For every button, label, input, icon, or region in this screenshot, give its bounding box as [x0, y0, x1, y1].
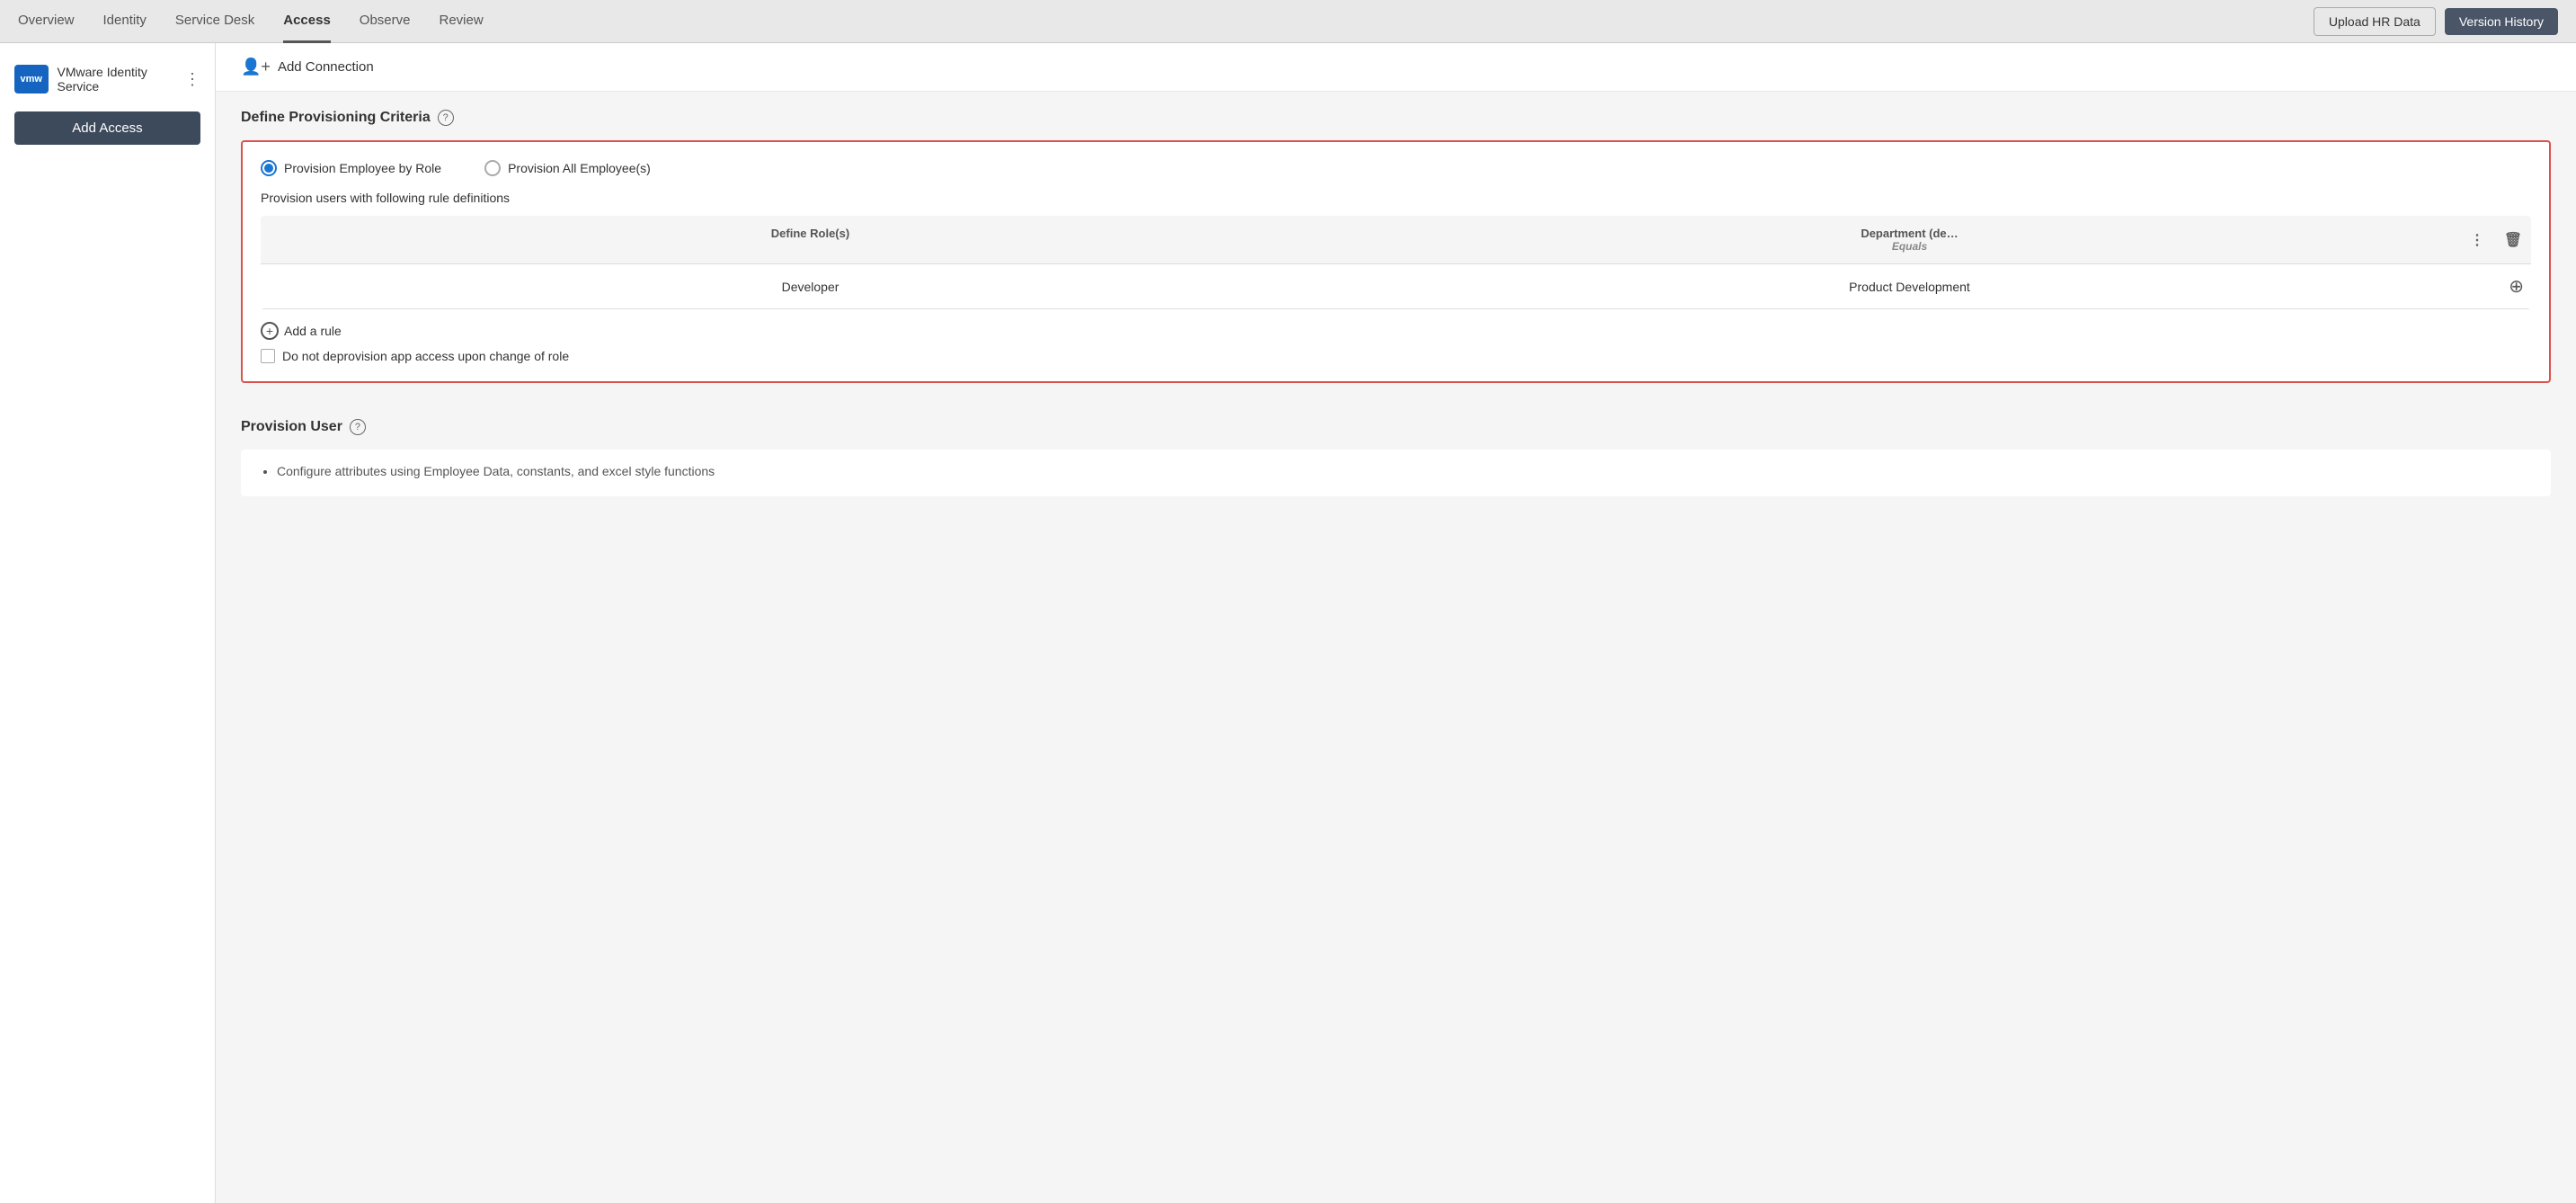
- radio-inner-by-role: [264, 164, 273, 173]
- nav-observe[interactable]: Observe: [360, 0, 411, 43]
- sidebar-more-icon[interactable]: ⋮: [184, 70, 200, 89]
- vmware-logo: vmw: [14, 65, 49, 94]
- radio-row: Provision Employee by Role Provision All…: [261, 160, 2531, 176]
- add-rule-row[interactable]: + Add a rule: [261, 322, 2531, 340]
- nav-overview[interactable]: Overview: [18, 0, 75, 43]
- col-header-more: ⋮: [2459, 216, 2495, 263]
- nav-identity[interactable]: Identity: [103, 0, 147, 43]
- main-content: 👤+ Add Connection Define Provisioning Cr…: [216, 43, 2576, 1203]
- add-person-icon: 👤+: [241, 58, 271, 76]
- checkbox-row: Do not deprovision app access upon chang…: [261, 349, 2531, 363]
- radio-circle-by-role: [261, 160, 277, 176]
- add-rule-label: Add a rule: [284, 324, 342, 338]
- col-header-delete: 🗑: [2495, 216, 2531, 263]
- rule-table-header: Define Role(s) Department (de… Equals ⋮ …: [261, 216, 2531, 264]
- criteria-section: Define Provisioning Criteria ? Provision…: [216, 92, 2576, 401]
- nav-links: Overview Identity Service Desk Access Ob…: [18, 0, 484, 43]
- nav-service-desk[interactable]: Service Desk: [175, 0, 254, 43]
- radio-circle-all: [484, 160, 501, 176]
- provision-description: Provision users with following rule defi…: [261, 191, 2531, 205]
- col-header-role: Define Role(s): [261, 216, 1360, 263]
- add-connection-label[interactable]: Add Connection: [278, 59, 374, 75]
- sidebar-brand: vmw VMware Identity Service ⋮: [0, 58, 215, 111]
- rule-table: Define Role(s) Department (de… Equals ⋮ …: [261, 216, 2531, 309]
- table-header-more-icon[interactable]: ⋮: [2470, 231, 2484, 249]
- top-navigation: Overview Identity Service Desk Access Ob…: [0, 0, 2576, 43]
- provision-user-header: Provision User ?: [241, 419, 2551, 435]
- provision-user-title: Provision User: [241, 419, 342, 435]
- table-cell-role: Developer: [261, 264, 1360, 308]
- add-access-button[interactable]: Add Access: [14, 111, 200, 145]
- nav-access[interactable]: Access: [283, 0, 331, 43]
- brand-name: VMware Identity Service: [58, 65, 185, 94]
- version-history-button[interactable]: Version History: [2445, 8, 2558, 35]
- table-cell-department: Product Development: [1360, 264, 2459, 308]
- nav-review[interactable]: Review: [440, 0, 484, 43]
- add-row-icon[interactable]: ⊕: [2509, 275, 2524, 298]
- provision-user-bullet: Configure attributes using Employee Data…: [277, 464, 2533, 478]
- table-cell-actions: ⊕: [2459, 264, 2531, 308]
- criteria-box: Provision Employee by Role Provision All…: [241, 140, 2551, 383]
- criteria-header: Define Provisioning Criteria ?: [241, 110, 2551, 126]
- table-row: Developer Product Development ⊕: [261, 264, 2531, 309]
- deprovision-checkbox[interactable]: [261, 349, 275, 363]
- checkbox-label: Do not deprovision app access upon chang…: [282, 349, 569, 363]
- brand-left: vmw VMware Identity Service: [14, 65, 184, 94]
- provision-user-card: Configure attributes using Employee Data…: [241, 450, 2551, 496]
- radio-provision-all[interactable]: Provision All Employee(s): [484, 160, 651, 176]
- add-rule-icon: +: [261, 322, 279, 340]
- radio-provision-by-role[interactable]: Provision Employee by Role: [261, 160, 441, 176]
- criteria-title: Define Provisioning Criteria: [241, 110, 431, 126]
- radio-label-all: Provision All Employee(s): [508, 161, 651, 175]
- radio-label-by-role: Provision Employee by Role: [284, 161, 441, 175]
- nav-actions: Upload HR Data Version History: [2314, 7, 2558, 36]
- criteria-help-icon[interactable]: ?: [438, 110, 454, 126]
- add-connection-row: 👤+ Add Connection: [216, 43, 2576, 92]
- upload-hr-data-button[interactable]: Upload HR Data: [2314, 7, 2436, 36]
- main-layout: vmw VMware Identity Service ⋮ Add Access…: [0, 43, 2576, 1203]
- provision-user-section: Provision User ? Configure attributes us…: [216, 401, 2576, 514]
- table-header-delete-icon[interactable]: 🗑: [2504, 231, 2522, 249]
- sidebar: vmw VMware Identity Service ⋮ Add Access: [0, 43, 216, 1203]
- col-header-department: Department (de… Equals: [1360, 216, 2459, 263]
- provision-user-text: Configure attributes using Employee Data…: [259, 464, 2533, 478]
- provision-user-help-icon[interactable]: ?: [350, 419, 366, 435]
